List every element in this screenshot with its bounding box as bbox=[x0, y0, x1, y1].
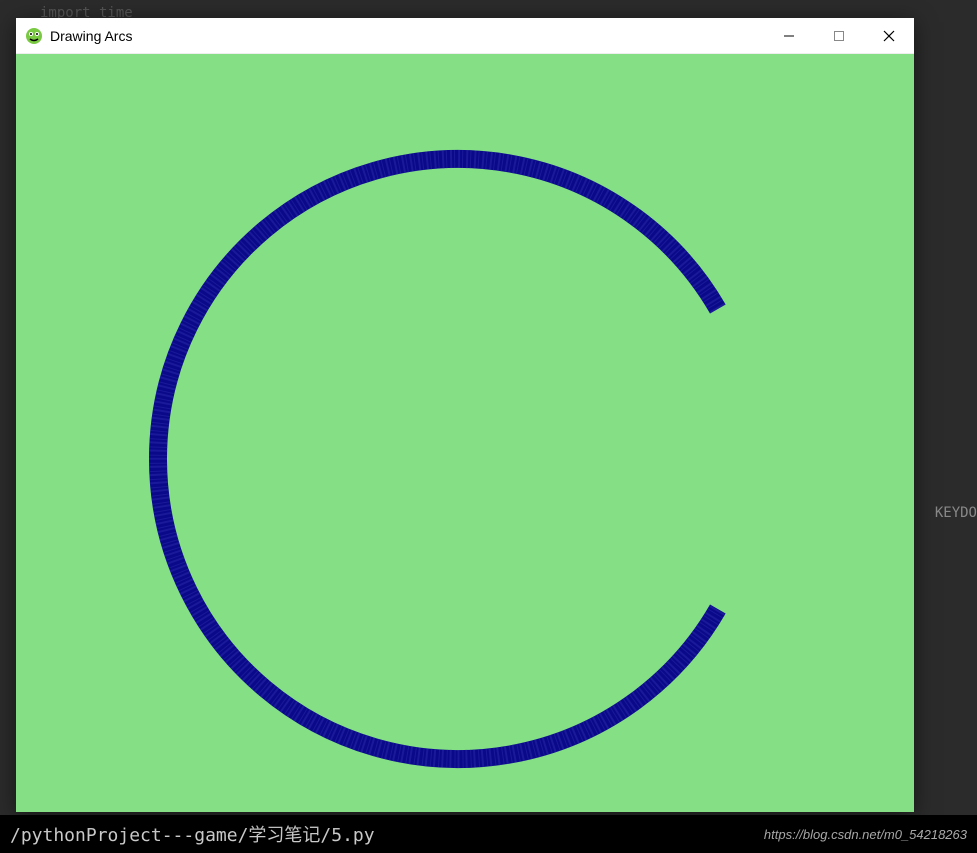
minimize-icon bbox=[783, 30, 795, 42]
minimize-button[interactable] bbox=[764, 18, 814, 53]
maximize-button[interactable] bbox=[814, 18, 864, 53]
ide-source-url: https://blog.csdn.net/m0_54218263 bbox=[764, 827, 967, 842]
window-title: Drawing Arcs bbox=[50, 28, 764, 44]
window-titlebar[interactable]: Drawing Arcs bbox=[16, 18, 914, 54]
window-controls bbox=[764, 18, 914, 53]
path-suffix: /5.py bbox=[320, 825, 374, 846]
pygame-canvas bbox=[16, 54, 914, 812]
pygame-window: Drawing Arcs bbox=[16, 18, 914, 812]
pygame-snake-icon bbox=[24, 26, 44, 46]
close-button[interactable] bbox=[864, 18, 914, 53]
ide-right-text: KEYDO bbox=[935, 505, 977, 521]
ide-bottom-bar: /pythonProject---game/学习笔记/5.py https://… bbox=[0, 815, 977, 853]
arc-drawing bbox=[16, 54, 914, 812]
maximize-icon bbox=[833, 30, 845, 42]
close-icon bbox=[882, 29, 896, 43]
path-prefix: /pythonProject---game/ bbox=[10, 825, 248, 846]
ide-file-path: /pythonProject---game/学习笔记/5.py bbox=[10, 821, 375, 847]
arc-texture bbox=[158, 159, 718, 759]
path-cn: 学习笔记 bbox=[248, 825, 320, 845]
